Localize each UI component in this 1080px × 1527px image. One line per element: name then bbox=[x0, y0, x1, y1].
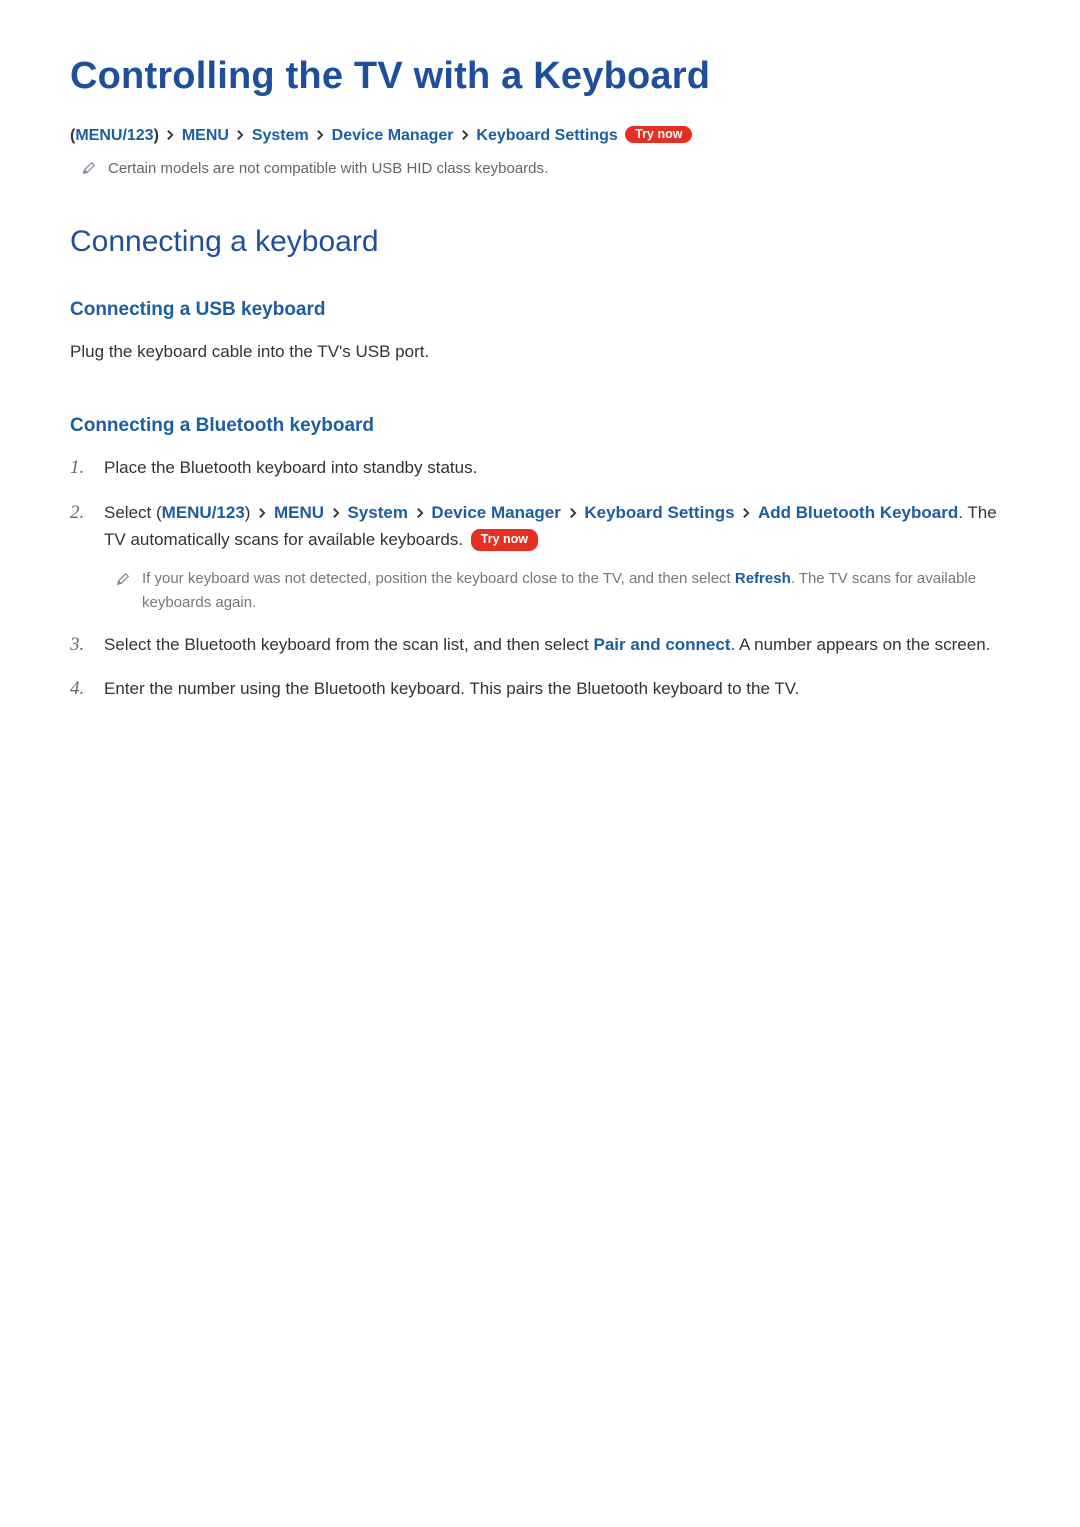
paren-close: ) bbox=[245, 503, 251, 522]
step-2-subnote-text: If your keyboard was not detected, posit… bbox=[142, 567, 1010, 614]
usb-keyboard-body: Plug the keyboard cable into the TV's US… bbox=[70, 339, 1010, 365]
section-heading-connecting: Connecting a keyboard bbox=[70, 225, 1010, 259]
step-2-bc-add-bluetooth: Add Bluetooth Keyboard bbox=[758, 503, 958, 522]
subnote-refresh: Refresh bbox=[735, 570, 791, 587]
try-now-badge[interactable]: Try now bbox=[625, 126, 692, 143]
subheading-usb-keyboard: Connecting a USB keyboard bbox=[70, 299, 1010, 321]
step-2-bc-keyboard-settings: Keyboard Settings bbox=[584, 503, 734, 522]
breadcrumb-item-device-manager: Device Manager bbox=[332, 127, 454, 144]
chevron-right-icon bbox=[235, 128, 245, 146]
chevron-right-icon bbox=[315, 128, 325, 146]
pencil-icon bbox=[116, 570, 130, 593]
chevron-right-icon bbox=[460, 128, 470, 146]
chevron-right-icon bbox=[568, 501, 578, 527]
step-3-post: . A number appears on the screen. bbox=[731, 635, 991, 654]
chevron-right-icon bbox=[415, 501, 425, 527]
breadcrumb-item-system: System bbox=[252, 127, 309, 144]
step-4-text: Enter the number using the Bluetooth key… bbox=[104, 679, 799, 698]
note-compatibility: Certain models are not compatible with U… bbox=[82, 160, 1010, 179]
chevron-right-icon bbox=[257, 501, 267, 527]
breadcrumb-item-menu123: MENU/123 bbox=[75, 127, 153, 144]
chevron-right-icon bbox=[741, 501, 751, 527]
breadcrumb-item-keyboard-settings: Keyboard Settings bbox=[476, 127, 617, 144]
step-2-bc-system: System bbox=[347, 503, 407, 522]
step-2-pre: Select bbox=[104, 503, 156, 522]
try-now-badge[interactable]: Try now bbox=[471, 529, 538, 551]
breadcrumb-item-menu: MENU bbox=[182, 127, 229, 144]
breadcrumb: (MENU/123) MENU System Device Manager Ke… bbox=[70, 126, 1010, 146]
step-3: Select the Bluetooth keyboard from the s… bbox=[70, 632, 1010, 658]
step-3-pair-connect: Pair and connect bbox=[594, 635, 731, 654]
chevron-right-icon bbox=[331, 501, 341, 527]
subnote-pre: If your keyboard was not detected, posit… bbox=[142, 570, 735, 587]
subheading-bluetooth-keyboard: Connecting a Bluetooth keyboard bbox=[70, 415, 1010, 437]
step-2-bc-menu123: MENU/123 bbox=[162, 503, 245, 522]
chevron-right-icon bbox=[165, 128, 175, 146]
page-title: Controlling the TV with a Keyboard bbox=[70, 55, 1010, 98]
step-1: Place the Bluetooth keyboard into standb… bbox=[70, 455, 1010, 481]
step-2: Select (MENU/123) MENU System Device Man… bbox=[70, 500, 1010, 614]
step-2-bc-menu: MENU bbox=[274, 503, 324, 522]
step-3-pre: Select the Bluetooth keyboard from the s… bbox=[104, 635, 594, 654]
step-4: Enter the number using the Bluetooth key… bbox=[70, 676, 1010, 702]
pencil-icon bbox=[82, 161, 96, 179]
bluetooth-steps-list: Place the Bluetooth keyboard into standb… bbox=[70, 455, 1010, 702]
document-page: Controlling the TV with a Keyboard (MENU… bbox=[0, 0, 1080, 821]
step-2-bc-device-manager: Device Manager bbox=[431, 503, 560, 522]
step-1-text: Place the Bluetooth keyboard into standb… bbox=[104, 458, 477, 477]
step-2-subnote: If your keyboard was not detected, posit… bbox=[116, 567, 1010, 614]
paren-close: ) bbox=[154, 127, 159, 144]
note-text: Certain models are not compatible with U… bbox=[108, 160, 548, 177]
